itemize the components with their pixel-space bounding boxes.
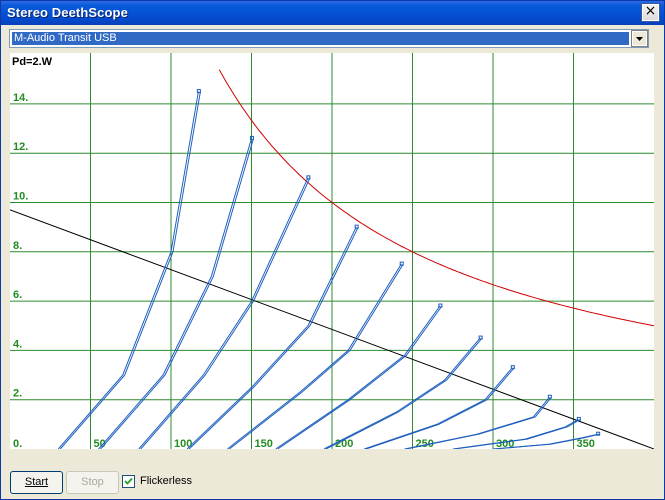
- plate-curve-0: [59, 91, 201, 449]
- scope-chart: 0.2.4.6.8.10.12.14. 50 100 150 200 250 300 350…: [10, 53, 654, 449]
- chevron-down-icon: [636, 37, 643, 41]
- x-tick-label: 150: [255, 438, 273, 449]
- plate-curve-9: [452, 418, 579, 449]
- y-tick-label: 12.: [13, 141, 28, 153]
- x-tick-label: 350: [577, 438, 595, 449]
- plate-curve-2: [140, 177, 311, 449]
- x-tick-label: 100: [174, 438, 192, 449]
- plate-curve-2: [138, 177, 309, 449]
- y-tick-label: 2.: [13, 388, 22, 400]
- trace-end-marker: [354, 224, 359, 229]
- flickerless-label: Flickerless: [140, 475, 192, 487]
- y-tick-label: 6.: [13, 289, 22, 301]
- plot-grid: [10, 53, 654, 449]
- plate-curve-5: [275, 305, 441, 449]
- stop-button[interactable]: Stop: [66, 471, 119, 494]
- flickerless-checkbox[interactable]: [122, 475, 135, 488]
- trace-end-marker: [399, 261, 404, 266]
- y-tick-label: 8.: [13, 240, 22, 252]
- power-dissipation-curve: [218, 69, 654, 327]
- app-window: Stereo DeethScope × M-Audio Transit USB …: [0, 0, 665, 500]
- plate-curve-7: [366, 367, 515, 449]
- trace-end-marker: [547, 394, 552, 399]
- plate-curve-1: [100, 138, 254, 449]
- plate-curve-3: [188, 226, 359, 449]
- scope-plot: 0. 2. 4. 6. 8. 10. 12. 14. 50 100 150 200 250 300 350…: [10, 53, 654, 449]
- plate-curve-1: [98, 138, 252, 449]
- trace-end-marker: [576, 416, 581, 421]
- power-label: Pd=2.W: [12, 56, 53, 68]
- close-icon: ×: [644, 3, 657, 19]
- device-select[interactable]: M-Audio Transit USB: [9, 29, 649, 48]
- trace-end-marker: [510, 365, 515, 370]
- y-tick-label: 14.: [13, 92, 28, 104]
- trace-end-marker: [438, 303, 443, 308]
- window-title: Stereo DeethScope: [7, 5, 128, 20]
- y-tick-labels: 0. 2. 4. 6. 8. 10. 12. 14.: [13, 92, 28, 449]
- plate-curve-0: [57, 91, 199, 449]
- close-button[interactable]: ×: [641, 3, 660, 22]
- plate-curve-7: [364, 367, 513, 449]
- plate-curve-6: [325, 337, 483, 449]
- trace-end-marker: [478, 335, 483, 340]
- trace-end-marker: [196, 89, 201, 94]
- y-tick-label: 4.: [13, 338, 22, 350]
- title-bar: Stereo DeethScope ×: [1, 1, 664, 25]
- plate-curve-6: [323, 337, 481, 449]
- plate-curve-5: [277, 305, 443, 449]
- trace-end-marker: [596, 431, 601, 436]
- checkmark-icon: [124, 477, 133, 485]
- trace-end-marker: [306, 175, 311, 180]
- y-tick-label: 0.: [13, 438, 22, 449]
- start-button[interactable]: Start: [10, 471, 63, 494]
- dropdown-button[interactable]: [631, 30, 648, 47]
- plate-curve-4: [227, 263, 402, 449]
- plate-curve-9: [454, 418, 581, 449]
- plate-curve-traces: [57, 89, 601, 449]
- device-select-value: M-Audio Transit USB: [12, 32, 629, 45]
- y-tick-label: 10.: [13, 191, 28, 203]
